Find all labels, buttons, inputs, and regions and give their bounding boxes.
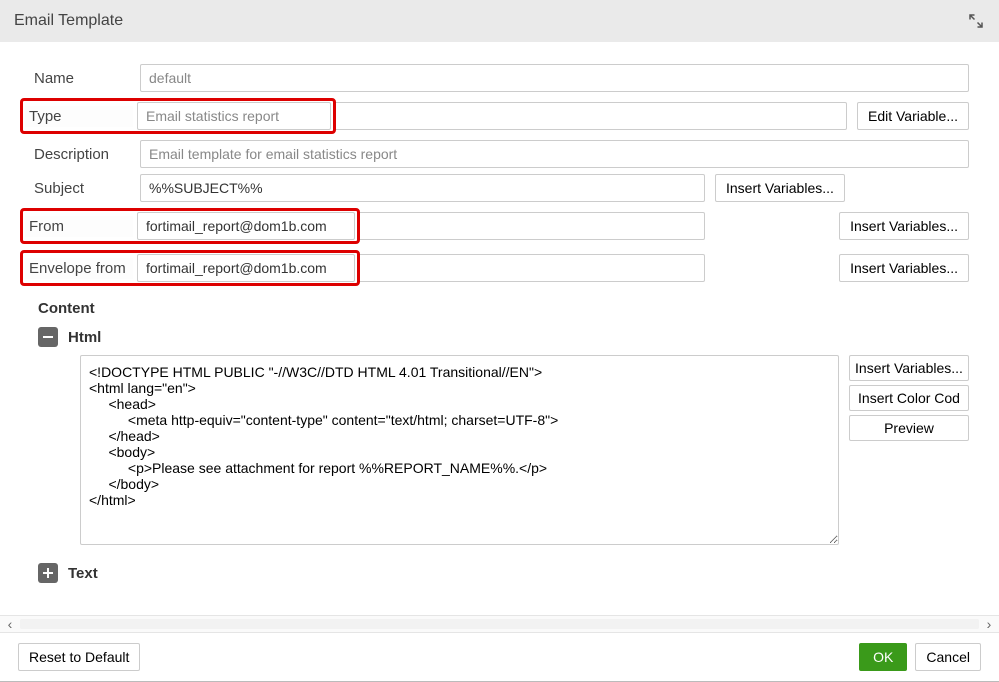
html-editor-section: Insert Variables... Insert Color Cod Pre… — [80, 355, 969, 545]
insert-variables-html-button[interactable]: Insert Variables... — [849, 355, 969, 381]
cancel-button[interactable]: Cancel — [915, 643, 981, 671]
preview-button[interactable]: Preview — [849, 415, 969, 441]
horizontal-scrollbar[interactable]: ‹ › — [0, 615, 999, 633]
field-row-subject: Subject Insert Variables... — [30, 174, 969, 202]
field-row-type: Type Edit Variable... — [20, 98, 969, 134]
reset-to-default-button[interactable]: Reset to Default — [18, 643, 140, 671]
label-subject: Subject — [30, 176, 140, 201]
field-row-name: Name — [30, 64, 969, 92]
insert-variables-envelope-button[interactable]: Insert Variables... — [839, 254, 969, 282]
label-envelope-from: Envelope from — [25, 258, 133, 279]
insert-color-code-button[interactable]: Insert Color Cod — [849, 385, 969, 411]
name-input[interactable] — [140, 64, 969, 92]
ok-button[interactable]: OK — [859, 643, 907, 671]
dialog-title: Email Template — [14, 12, 967, 30]
field-row-from: From Insert Variables... — [20, 208, 969, 244]
scroll-right-icon[interactable]: › — [979, 616, 999, 632]
label-text: Text — [68, 565, 98, 582]
scroll-track[interactable] — [20, 619, 979, 629]
from-input[interactable] — [137, 212, 355, 240]
field-row-description: Description — [30, 140, 969, 168]
expand-icon[interactable] — [38, 563, 58, 583]
fullscreen-icon[interactable] — [967, 12, 985, 30]
type-input[interactable] — [137, 102, 331, 130]
insert-variables-subject-button[interactable]: Insert Variables... — [715, 174, 845, 202]
field-row-envelope-from: Envelope from Insert Variables... — [20, 250, 969, 286]
dialog-footer: Reset to Default OK Cancel — [0, 633, 999, 681]
edit-variable-button[interactable]: Edit Variable... — [857, 102, 969, 130]
label-type: Type — [25, 106, 133, 127]
dialog-body: Name Type Edit Variable... Description S… — [0, 42, 999, 615]
html-content-textarea[interactable] — [80, 355, 839, 545]
section-content: Content — [38, 300, 969, 317]
html-side-buttons: Insert Variables... Insert Color Cod Pre… — [849, 355, 969, 545]
scroll-left-icon[interactable]: ‹ — [0, 616, 20, 632]
collapse-icon[interactable] — [38, 327, 58, 347]
insert-variables-from-button[interactable]: Insert Variables... — [839, 212, 969, 240]
label-name: Name — [30, 66, 140, 91]
text-toggle-row: Text — [38, 563, 969, 583]
label-html: Html — [68, 329, 101, 346]
html-toggle-row: Html — [38, 327, 969, 347]
subject-input[interactable] — [140, 174, 705, 202]
label-description: Description — [30, 142, 140, 167]
description-input[interactable] — [140, 140, 969, 168]
envelope-from-input[interactable] — [137, 254, 355, 282]
label-from: From — [25, 216, 133, 237]
dialog-header: Email Template — [0, 0, 999, 42]
